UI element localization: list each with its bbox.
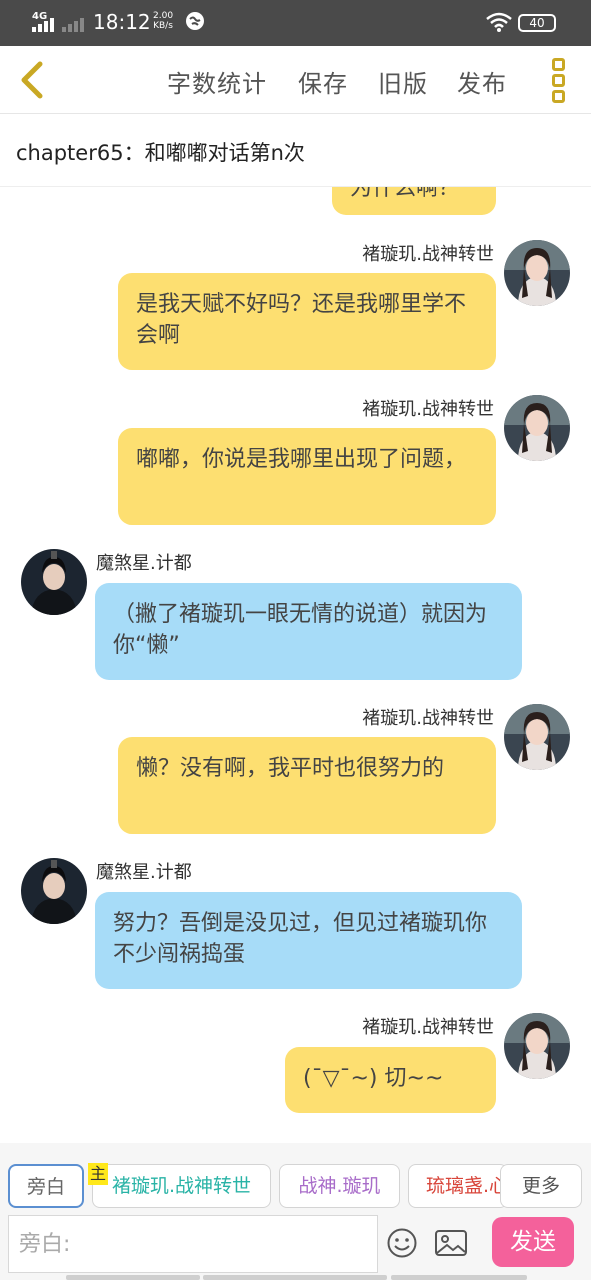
- main-role-badge: 主: [88, 1163, 108, 1185]
- message-text: 为什么啊？: [350, 187, 461, 201]
- speed-unit: KB/s: [153, 21, 173, 31]
- message-text: （撇了褚璇玑一眼无情的说道）就因为你“懒”: [113, 602, 488, 658]
- role-tab-narration[interactable]: 旁白: [8, 1164, 84, 1208]
- avatar[interactable]: [504, 704, 570, 770]
- chat-bubble: 懒？没有啊，我平时也很努力的: [118, 737, 496, 834]
- old-version-button[interactable]: 旧版: [378, 64, 428, 99]
- role-tab-main-character[interactable]: 褚璇玑.战神转世: [92, 1164, 271, 1208]
- chevron-left-icon: [21, 61, 43, 99]
- chat-bubble: 为什么啊？: [332, 187, 496, 215]
- role-selector: 旁白 主 褚璇玑.战神转世 战神.璇玑 琉璃盏.心 更多: [0, 1143, 591, 1213]
- send-button[interactable]: 发送: [492, 1217, 574, 1267]
- chat-bubble: 是我天赋不好吗？还是我哪里学不会啊: [118, 273, 496, 370]
- more-roles-button[interactable]: 更多: [500, 1164, 582, 1208]
- chat-bubble: (¯▽¯~) 切~~: [285, 1047, 496, 1113]
- menu-dot-icon: [552, 90, 565, 103]
- avatar[interactable]: [21, 549, 87, 615]
- message-text: (¯▽¯~) 切~~: [303, 1066, 444, 1091]
- speaker-name: 褚璇玑.战神转世: [362, 1017, 494, 1038]
- chat-bubble: （撇了褚璇玑一眼无情的说道）就因为你“懒”: [95, 583, 522, 680]
- menu-dot-icon: [552, 74, 565, 87]
- avatar[interactable]: [504, 1013, 570, 1079]
- emoji-button[interactable]: [386, 1227, 418, 1259]
- avatar[interactable]: [504, 240, 570, 306]
- battery-icon: 40: [518, 14, 556, 32]
- status-bar: 4G 18:12 2.00 KB/s 40: [0, 0, 591, 46]
- chat-area[interactable]: 为什么啊？ 褚璇玑.战神转世 是我天赋不好吗？还是我哪里学不会啊 褚璇玑.战神转…: [0, 187, 591, 1143]
- speaker-name: 魔煞星.计都: [96, 553, 192, 574]
- avatar[interactable]: [21, 858, 87, 924]
- nav-bar-segment: [203, 1275, 387, 1280]
- speaker-name: 褚璇玑.战神转世: [362, 244, 494, 265]
- role-tab-character-3[interactable]: 琉璃盏.心: [408, 1164, 508, 1208]
- chat-bubble: 嘟嘟，你说是我哪里出现了问题，: [118, 428, 496, 525]
- speed-value: 2.00: [153, 11, 174, 21]
- image-icon: [435, 1230, 467, 1256]
- word-count-button[interactable]: 字数统计: [167, 64, 267, 99]
- chapter-header[interactable]: chapter65：和嘟嘟对话第n次: [0, 115, 591, 187]
- save-button[interactable]: 保存: [298, 64, 348, 99]
- back-button[interactable]: [14, 58, 50, 102]
- message-input[interactable]: [8, 1215, 378, 1273]
- signal-icon: [32, 18, 88, 32]
- speaker-name: 褚璇玑.战神转世: [362, 708, 494, 729]
- message-text: 是我天赋不好吗？还是我哪里学不会啊: [136, 292, 467, 348]
- more-menu-button[interactable]: [546, 56, 572, 104]
- avatar[interactable]: [504, 395, 570, 461]
- message-text: 努力？吾倒是没见过，但见过褚璇玑你不少闯祸捣蛋: [113, 911, 488, 967]
- editor-toolbar: 字数统计 保存 旧版 发布: [0, 46, 591, 114]
- nav-bar-segment: [391, 1275, 527, 1280]
- clock: 18:12: [93, 10, 151, 34]
- wifi-icon: [486, 12, 512, 32]
- speaker-name: 魔煞星.计都: [96, 862, 192, 883]
- image-button[interactable]: [434, 1227, 468, 1259]
- network-speed: 2.00 KB/s: [153, 11, 173, 31]
- globe-icon: [186, 12, 204, 30]
- speaker-name: 褚璇玑.战神转世: [362, 399, 494, 420]
- publish-button[interactable]: 发布: [457, 64, 507, 99]
- message-text: 嘟嘟，你说是我哪里出现了问题，: [136, 447, 467, 472]
- smiley-icon: [387, 1228, 417, 1258]
- nav-bar-segment: [66, 1275, 200, 1280]
- chat-bubble: 努力？吾倒是没见过，但见过褚璇玑你不少闯祸捣蛋: [95, 892, 522, 989]
- chapter-title: chapter65：和嘟嘟对话第n次: [16, 141, 305, 165]
- message-text: 懒？没有啊，我平时也很努力的: [136, 756, 445, 781]
- input-bar: 发送: [0, 1213, 591, 1280]
- menu-dot-icon: [552, 58, 565, 71]
- role-tab-character-2[interactable]: 战神.璇玑: [279, 1164, 400, 1208]
